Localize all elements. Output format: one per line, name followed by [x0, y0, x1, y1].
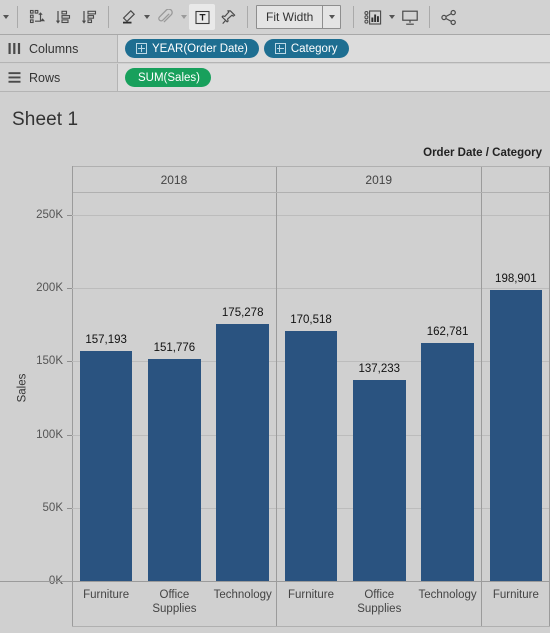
bar-mark[interactable]	[79, 350, 133, 581]
rows-shelf-label: Rows	[0, 64, 118, 91]
pill-category[interactable]: Category	[263, 39, 349, 58]
y-axis-title-text: Sales	[16, 373, 28, 402]
rows-shelf-text: Rows	[29, 70, 61, 85]
gridline	[72, 214, 550, 216]
group-members-dropdown-caret[interactable]	[178, 5, 189, 29]
bar-value-label: 137,233	[358, 363, 401, 376]
sort-ascending-button[interactable]	[50, 4, 76, 30]
bar-value-label: 157,193	[85, 333, 127, 346]
share-icon	[441, 9, 457, 25]
rows-shelf-dropzone[interactable]: SUM(Sales)	[118, 64, 550, 91]
fix-axes-button[interactable]	[215, 4, 241, 30]
toolbar-divider	[429, 6, 431, 28]
panel-divider	[275, 193, 277, 581]
bar-mark[interactable]	[421, 342, 474, 581]
bar-value-label: 175,278	[221, 307, 264, 320]
columns-icon	[8, 43, 21, 54]
swap-icon	[29, 9, 45, 23]
show-me-button[interactable]	[360, 4, 386, 30]
toolbar-divider	[353, 6, 355, 28]
highlight-dropdown-caret[interactable]	[141, 5, 152, 29]
show-me-dropdown-caret[interactable]	[386, 5, 397, 29]
bar-value-label: 162,781	[426, 325, 469, 338]
y-axis-tick-label: 250K	[36, 208, 63, 221]
rows-shelf[interactable]: Rows SUM(Sales)	[0, 64, 550, 92]
year-header-band: 2018 2019	[72, 166, 550, 193]
highlight-button[interactable]	[115, 4, 141, 30]
page-title[interactable]: Sheet 1	[12, 109, 78, 131]
rows-icon	[8, 72, 21, 83]
columns-shelf[interactable]: Columns YEAR(Order Date) Category	[0, 35, 550, 63]
expand-plus-icon[interactable]	[136, 43, 147, 54]
y-axis-title: Sales	[14, 193, 30, 582]
presentation-mode-button[interactable]	[397, 4, 423, 30]
y-axis-tick-label: 200K	[36, 282, 63, 295]
category-header-band: Furniture Office Supplies Technology Furnit…	[72, 582, 550, 632]
toolbar-divider	[108, 6, 109, 28]
y-axis-tick-label: 100K	[36, 428, 63, 441]
category-header-cell[interactable]: Furniture	[72, 582, 140, 632]
columns-shelf-text: Columns	[29, 41, 79, 56]
category-header-cell[interactable]: Furniture	[277, 582, 345, 632]
bar-value-label: 198,901	[495, 272, 537, 285]
pill-sum-sales[interactable]: SUM(Sales)	[125, 68, 211, 87]
bar-value-label: 170,518	[290, 314, 332, 327]
bar-mark[interactable]	[148, 358, 201, 581]
highlighter-icon	[122, 9, 135, 23]
toolbar: Fit Width	[0, 0, 550, 35]
category-header-cell[interactable]: Furniture	[482, 582, 550, 632]
worksheet-view: Sheet 1 Order Date / Category 2018 2019 0…	[0, 93, 550, 633]
fit-size-dropdown[interactable]: Fit Width	[256, 5, 342, 29]
sort-descending-button[interactable]	[76, 4, 102, 30]
gridline	[72, 288, 550, 290]
category-header-cell[interactable]: Office Supplies	[345, 582, 413, 632]
columns-shelf-label: Columns	[0, 35, 118, 62]
y-axis[interactable]: 0K 50K 100K 150K 200K 250K	[0, 193, 72, 587]
toolbar-divider	[247, 6, 248, 28]
plot-area: 157,193 151,776 175,278 170,518 137,233 162,7…	[72, 193, 550, 582]
year-header-cell[interactable]: 2019	[277, 167, 482, 192]
panel-divider	[480, 193, 482, 581]
text-label-icon	[194, 10, 210, 24]
pill-label: Category	[290, 42, 338, 55]
share-button[interactable]	[436, 4, 462, 30]
bar-mark[interactable]	[216, 324, 269, 581]
show-me-icon	[364, 9, 382, 25]
year-header-cell[interactable]	[482, 167, 550, 192]
show-mark-labels-button[interactable]	[189, 4, 215, 30]
pill-label: YEAR(Order Date)	[152, 42, 248, 55]
swap-rows-columns-button[interactable]	[24, 4, 50, 30]
columns-shelf-dropzone[interactable]: YEAR(Order Date) Category	[118, 35, 550, 62]
paperclip-icon	[157, 8, 173, 22]
pushpin-icon	[221, 9, 235, 24]
category-header-cell[interactable]: Technology	[209, 582, 277, 632]
category-header-cell[interactable]: Office Supplies	[140, 582, 208, 632]
toolbar-divider	[17, 6, 18, 28]
pill-label: SUM(Sales)	[138, 71, 200, 84]
column-field-header: Order Date / Category	[423, 147, 542, 159]
category-header-cell[interactable]: Technology	[413, 582, 481, 632]
y-axis-tick-label: 50K	[42, 501, 63, 514]
expand-plus-icon[interactable]	[274, 43, 286, 54]
year-header-cell[interactable]: 2018	[72, 167, 277, 192]
y-axis-tick-label: 150K	[36, 355, 63, 368]
sort-ascending-icon	[55, 10, 70, 24]
presentation-icon	[402, 10, 419, 25]
sort-descending-icon	[81, 10, 96, 24]
toolbar-overflow-caret[interactable]	[0, 5, 11, 29]
bar-mark[interactable]	[352, 380, 406, 581]
pill-year-order-date[interactable]: YEAR(Order Date)	[125, 39, 259, 58]
fit-size-caret[interactable]	[322, 6, 340, 28]
bar-mark[interactable]	[489, 289, 543, 581]
fit-size-value: Fit Width	[266, 10, 314, 24]
group-members-button[interactable]	[152, 4, 178, 30]
bar-mark[interactable]	[284, 331, 338, 581]
bar-value-label: 151,776	[153, 341, 196, 354]
